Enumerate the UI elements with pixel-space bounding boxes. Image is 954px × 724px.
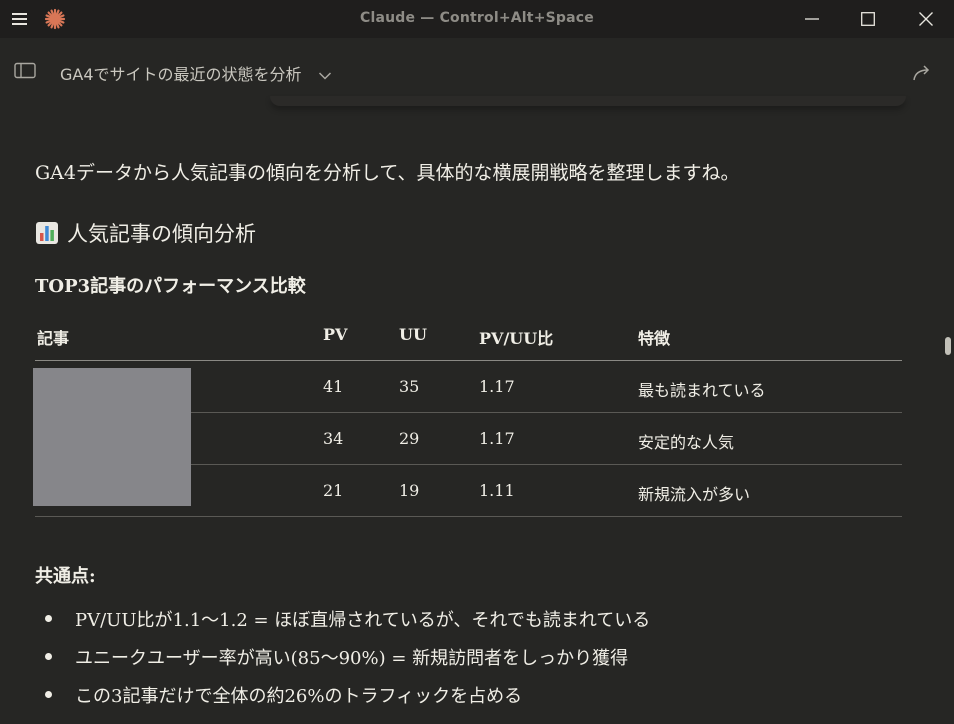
share-icon[interactable] <box>911 63 933 83</box>
cell-feature: 新規流入が多い <box>638 485 751 504</box>
cell-pv: 41 <box>323 377 344 396</box>
cell-uu: 19 <box>399 481 420 500</box>
close-icon <box>919 12 933 26</box>
bullet-dot <box>45 691 52 698</box>
section-heading-text: 人気記事の傾向分析 <box>67 222 256 246</box>
intro-text: GA4データから人気記事の傾向を分析して、具体的な横展開戦略を整理しますね。 <box>35 162 740 184</box>
minimize-icon <box>805 18 819 20</box>
sidebar-toggle-icon[interactable] <box>14 62 38 80</box>
chat-title[interactable]: GA4でサイトの最近の状態を分析 <box>60 61 302 85</box>
section-heading: 人気記事の傾向分析 <box>35 218 256 248</box>
scrollbar[interactable] <box>940 106 954 724</box>
bar-chart-emoji-icon <box>36 222 58 244</box>
cell-ratio: 1.17 <box>479 429 515 448</box>
column-header-ratio: PV/UU比 <box>479 329 554 348</box>
maximize-icon <box>861 12 875 26</box>
column-header-article: 記事 <box>37 329 70 348</box>
cell-pv: 34 <box>323 429 344 448</box>
window-titlebar: Claude — Control+Alt+Space <box>0 0 954 38</box>
assistant-message: GA4データから人気記事の傾向を分析して、具体的な横展開戦略を整理しますね。 人… <box>0 106 940 724</box>
cell-feature: 最も読まれている <box>638 381 766 400</box>
cell-ratio: 1.17 <box>479 377 515 396</box>
chevron-down-icon[interactable] <box>318 66 332 80</box>
cell-uu: 35 <box>399 377 420 396</box>
cell-ratio: 1.11 <box>479 481 515 500</box>
list-item-text: ユニークユーザー率が高い(85〜90%) = 新規訪問者をしっかり獲得 <box>75 648 629 669</box>
previous-message-card <box>270 96 906 106</box>
column-header-uu: UU <box>399 325 427 344</box>
column-header-pv: PV <box>323 325 348 344</box>
list-item-text: この3記事だけで全体の約26%のトラフィックを占める <box>75 686 523 707</box>
minimize-button[interactable] <box>784 0 840 38</box>
table-heading: TOP3記事のパフォーマンス比較 <box>35 276 306 297</box>
cell-pv: 21 <box>323 481 344 500</box>
close-button[interactable] <box>898 0 954 38</box>
maximize-button[interactable] <box>840 0 896 38</box>
redacted-article-titles <box>33 368 191 506</box>
bullet-dot <box>45 615 52 622</box>
common-points-label: 共通点: <box>35 566 96 587</box>
column-header-feature: 特徴 <box>638 329 671 348</box>
cell-uu: 29 <box>399 429 420 448</box>
table-header-row: 記事 PV UU PV/UU比 特徴 <box>35 311 902 361</box>
scrollbar-thumb[interactable] <box>945 337 951 355</box>
list-item-text: PV/UU比が1.1〜1.2 = ほぼ直帰されているが、それでも読まれている <box>75 610 651 631</box>
bullet-dot <box>45 653 52 660</box>
cell-feature: 安定的な人気 <box>638 433 735 452</box>
